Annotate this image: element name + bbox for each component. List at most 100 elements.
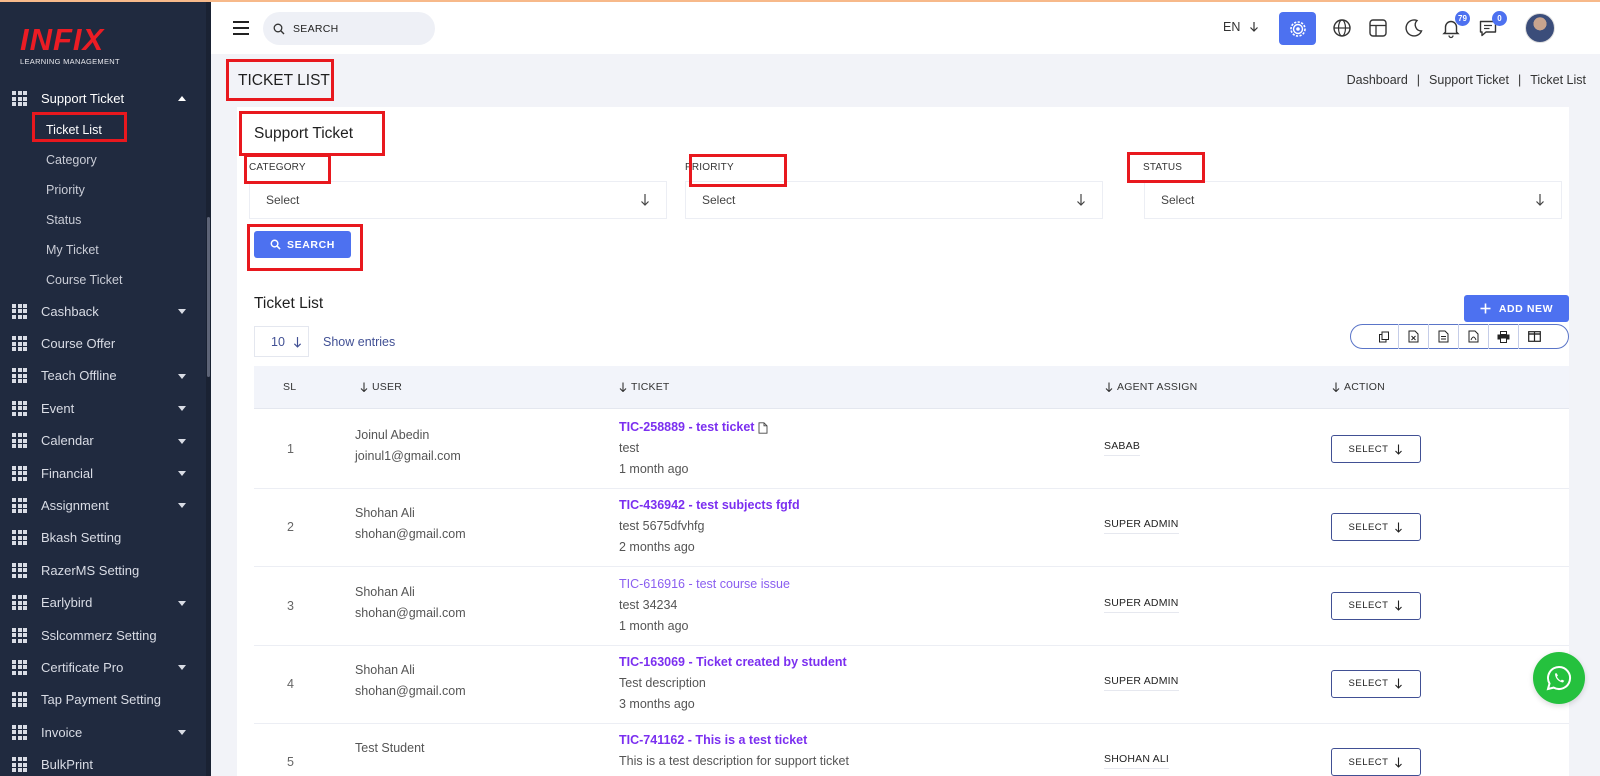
sidebar-item-invoice[interactable]: Invoice [0,716,206,748]
column-header-action[interactable]: ACTION [1332,381,1385,393]
header-search[interactable] [263,12,435,45]
sidebar-item-earlybird[interactable]: Earlybird [0,587,206,619]
sidebar-item-bkash-setting[interactable]: Bkash Setting [0,522,206,554]
row-user: Shohan Ali shohan@gmail.com [355,660,466,702]
gear-icon [1289,20,1306,37]
column-visibility-button[interactable] [1519,324,1549,349]
grid-icon [12,336,27,352]
sidebar-subitem-course-ticket[interactable]: Course Ticket [0,265,206,295]
ticket-link[interactable]: TIC-616916 - test course issue [619,574,790,595]
caret-down-icon [178,503,186,509]
user-email: shohan@gmail.com [355,605,466,620]
column-header-sl[interactable]: SL [283,381,296,393]
sidebar-scrollbar[interactable] [206,2,211,776]
sidebar-item-tap-payment-setting[interactable]: Tap Payment Setting [0,684,206,716]
table-row: 2 Shohan Ali shohan@gmail.com TIC-436942 - … [254,487,1569,568]
user-email: shohan@gmail.com [355,683,466,698]
add-new-button[interactable]: ADD NEW [1464,295,1569,322]
table-row: 4 Shohan Ali shohan@gmail.com TIC-163069 - … [254,644,1569,724]
breadcrumb-dashboard[interactable]: Dashboard [1347,73,1408,87]
language-selector[interactable]: EN [1223,20,1259,34]
agent-assign-field[interactable]: SABAB [1104,437,1141,456]
row-action-select-button[interactable]: SELECT [1331,435,1421,463]
category-select-value: Select [266,193,300,207]
ticket-link[interactable]: TIC-258889 - test ticket [619,417,768,438]
sidebar-subitem-label: Ticket List [46,123,102,137]
sidebar-item-support-ticket[interactable]: Support Ticket [0,82,206,115]
sort-arrow-icon [1105,382,1113,392]
agent-assign-field[interactable]: SUPER ADMIN [1104,515,1179,535]
copy-icon [1378,331,1389,342]
row-action-select-button[interactable]: SELECT [1331,591,1421,620]
sidebar-item-event[interactable]: Event [0,392,206,424]
hamburger-menu-icon[interactable] [233,21,249,35]
attachment-file-icon[interactable] [758,421,768,434]
sidebar-item-certificate-pro[interactable]: Certificate Pro [0,651,206,683]
csv-button[interactable] [1429,324,1459,349]
sidebar-item-label: Certificate Pro [41,659,124,675]
plus-icon [1480,303,1491,314]
agent-assign-field[interactable]: SUPER ADMIN [1104,594,1179,613]
search-input[interactable] [293,22,423,35]
agent-assign-field[interactable]: SUPER ADMIN [1104,672,1179,691]
row-action-select-button[interactable]: SELECT [1331,669,1421,698]
priority-select[interactable]: Select [685,181,1103,219]
ticket-time: 1 month ago [619,462,689,476]
copy-button[interactable] [1369,324,1399,349]
category-select[interactable]: Select [249,181,667,219]
row-action-select-button[interactable]: SELECT [1331,748,1421,776]
row-action-select-button[interactable]: SELECT [1331,513,1421,542]
row-ticket: TIC-436942 - test subjects fgfd test 5675… [619,495,800,558]
sidebar-subitem-category[interactable]: Category [0,145,206,175]
scrollbar-thumb[interactable] [207,217,210,377]
column-header-agent-assign[interactable]: AGENT ASSIGN [1105,381,1197,393]
ticket-link[interactable]: TIC-741162 - This is a test ticket [619,730,849,751]
status-select[interactable]: Select [1144,181,1562,219]
layout-icon[interactable] [1367,17,1389,39]
sidebar-item-course-offer[interactable]: Course Offer [0,327,206,359]
sidebar-item-sslcommerz-setting[interactable]: Sslcommerz Setting [0,619,206,651]
notifications-button[interactable]: 79 [1440,11,1470,39]
globe-icon[interactable] [1331,17,1353,39]
avatar[interactable] [1525,13,1555,43]
settings-button[interactable] [1279,12,1316,45]
ticket-description: test 5675dfvhfg [619,519,705,534]
ticket-link[interactable]: TIC-436942 - test subjects fgfd [619,495,800,516]
column-header-user[interactable]: USER [360,381,402,393]
sidebar-item-calendar[interactable]: Calendar [0,425,206,457]
sidebar-item-assignment[interactable]: Assignment [0,489,206,521]
excel-button[interactable] [1399,324,1429,349]
ticket-link[interactable]: TIC-163069 - Ticket created by student [619,652,847,673]
whatsapp-chat-button[interactable] [1533,652,1585,704]
caret-down-icon [178,373,186,379]
filter-search-button[interactable]: SEARCH [254,231,351,258]
row-user: Shohan Ali shohan@gmail.com [355,503,466,545]
pdf-button[interactable] [1459,324,1489,349]
grid-icon [12,562,27,578]
print-button[interactable] [1489,324,1519,349]
caret-down-icon [178,665,186,671]
sidebar-subitem-my-ticket[interactable]: My Ticket [0,235,206,265]
entries-select[interactable]: 10 [254,326,309,357]
breadcrumb: Dashboard | Support Ticket | Ticket List [1347,73,1586,87]
sidebar-item-razerms-setting[interactable]: RazerMS Setting [0,554,206,586]
moon-icon[interactable] [1403,17,1425,39]
sidebar-item-financial[interactable]: Financial [0,457,206,489]
sidebar-item-cashback[interactable]: Cashback [0,295,206,327]
column-header-ticket[interactable]: TICKET [619,381,670,393]
sidebar-item-bulkprint[interactable]: BulkPrint [0,748,206,776]
sidebar-subitem-status[interactable]: Status [0,205,206,235]
sidebar-item-label: Tap Payment Setting [41,692,161,708]
status-label: STATUS [1143,162,1183,173]
entries-value: 10 [271,334,285,349]
breadcrumb-support-ticket[interactable]: Support Ticket [1429,73,1509,87]
sidebar-subitem-priority[interactable]: Priority [0,175,206,205]
messages-button[interactable]: 0 [1477,11,1507,39]
ticket-description: test 34234 [619,597,678,612]
sidebar-subitem-ticket-list[interactable]: Ticket List [0,115,206,145]
logo[interactable]: INFIX LEARNING MANAGEMENT [20,24,130,67]
sidebar-item-teach-offline[interactable]: Teach Offline [0,360,206,392]
export-buttons [1350,324,1569,349]
agent-assign-field[interactable]: SHOHAN ALI [1104,750,1170,770]
row-ticket: TIC-616916 - test course issue test 34234… [619,574,790,637]
